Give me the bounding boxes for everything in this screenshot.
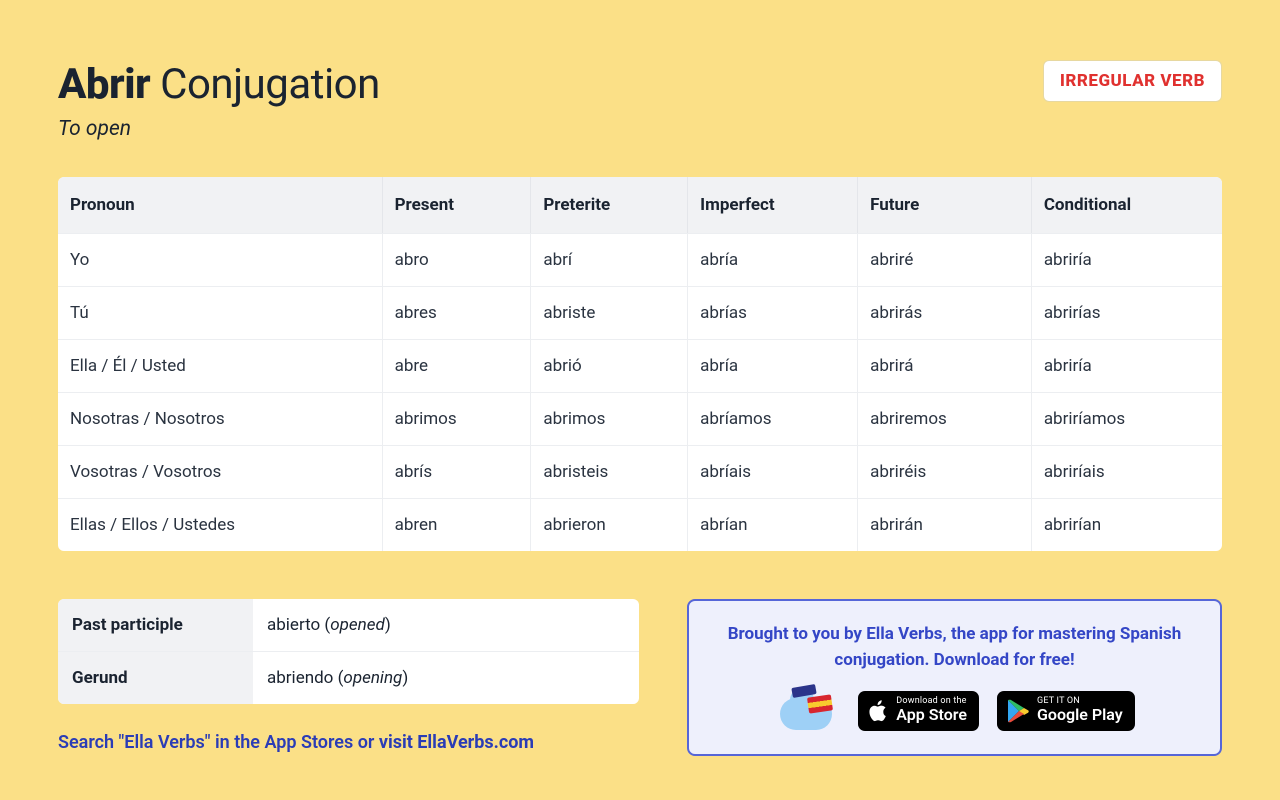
- visit-link[interactable]: visit EllaVerbs.com: [379, 732, 534, 753]
- table-row: Nosotras / Nosotrosabrimosabrimosabríamo…: [58, 392, 1222, 445]
- cell-imperfect: abría: [688, 233, 858, 286]
- past-participle-value: abierto (opened): [253, 599, 639, 652]
- col-pronoun: Pronoun: [58, 177, 383, 233]
- verb-name: Abrir: [58, 60, 150, 109]
- verb-translation: To open: [58, 117, 380, 141]
- ellaverbs-icon: [774, 688, 840, 734]
- col-present: Present: [383, 177, 532, 233]
- past-participle-label: Past participle: [58, 599, 253, 652]
- forms-table: Past participle abierto (opened) Gerund …: [58, 599, 639, 704]
- cell-imperfect: abría: [688, 339, 858, 392]
- col-future: Future: [858, 177, 1032, 233]
- appstore-badge[interactable]: Download on the App Store: [858, 691, 979, 731]
- table-row: Ellas / Ellos / Ustedesabrenabrieronabrí…: [58, 498, 1222, 551]
- cell-pronoun: Yo: [58, 233, 383, 286]
- table-row: Vosotras / Vosotrosabrísabristeisabríais…: [58, 445, 1222, 498]
- cell-preterite: abrí: [531, 233, 688, 286]
- cell-present: abro: [383, 233, 532, 286]
- cell-future: abriremos: [858, 392, 1032, 445]
- cell-conditional: abrirías: [1032, 286, 1222, 339]
- cell-preterite: abrimos: [531, 392, 688, 445]
- gerund-value: abriendo (opening): [253, 652, 639, 704]
- googleplay-icon: [1007, 699, 1029, 723]
- cell-present: abrimos: [383, 392, 532, 445]
- conjugation-table: Pronoun Present Preterite Imperfect Futu…: [58, 177, 1222, 551]
- cell-future: abrirán: [858, 498, 1032, 551]
- cell-imperfect: abrían: [688, 498, 858, 551]
- cell-preterite: abriste: [531, 286, 688, 339]
- cell-imperfect: abrías: [688, 286, 858, 339]
- gerund-label: Gerund: [58, 652, 253, 704]
- title-suffix: Conjugation: [160, 60, 380, 109]
- cell-present: abren: [383, 498, 532, 551]
- cell-pronoun: Ellas / Ellos / Ustedes: [58, 498, 383, 551]
- table-row: Ella / Él / Ustedabreabrióabríaabriráabr…: [58, 339, 1222, 392]
- promo-box: Brought to you by Ella Verbs, the app fo…: [687, 599, 1222, 756]
- cell-conditional: abriríais: [1032, 445, 1222, 498]
- cell-present: abres: [383, 286, 532, 339]
- table-row: Túabresabristeabríasabrirásabrirías: [58, 286, 1222, 339]
- cell-preterite: abristeis: [531, 445, 688, 498]
- cell-conditional: abriría: [1032, 233, 1222, 286]
- col-preterite: Preterite: [531, 177, 688, 233]
- cell-conditional: abriría: [1032, 339, 1222, 392]
- irregular-badge: IRREGULAR VERB: [1043, 60, 1222, 102]
- search-hint: Search "Ella Verbs" in the App Stores or…: [58, 732, 639, 753]
- cell-pronoun: Tú: [58, 286, 383, 339]
- googleplay-badge[interactable]: GET IT ON Google Play: [997, 691, 1135, 731]
- page-title: Abrir Conjugation: [58, 60, 380, 109]
- cell-imperfect: abríamos: [688, 392, 858, 445]
- cell-conditional: abriríamos: [1032, 392, 1222, 445]
- cell-future: abriréis: [858, 445, 1032, 498]
- col-conditional: Conditional: [1032, 177, 1222, 233]
- cell-pronoun: Vosotras / Vosotros: [58, 445, 383, 498]
- cell-preterite: abrió: [531, 339, 688, 392]
- cell-preterite: abrieron: [531, 498, 688, 551]
- cell-conditional: abrirían: [1032, 498, 1222, 551]
- cell-future: abriré: [858, 233, 1032, 286]
- cell-present: abre: [383, 339, 532, 392]
- cell-pronoun: Ella / Él / Usted: [58, 339, 383, 392]
- cell-imperfect: abríais: [688, 445, 858, 498]
- cell-present: abrís: [383, 445, 532, 498]
- cell-future: abrirás: [858, 286, 1032, 339]
- cell-pronoun: Nosotras / Nosotros: [58, 392, 383, 445]
- cell-future: abrirá: [858, 339, 1032, 392]
- table-row: Yoabroabríabríaabriréabriría: [58, 233, 1222, 286]
- promo-text: Brought to you by Ella Verbs, the app fo…: [717, 621, 1192, 674]
- apple-icon: [868, 699, 888, 723]
- col-imperfect: Imperfect: [688, 177, 858, 233]
